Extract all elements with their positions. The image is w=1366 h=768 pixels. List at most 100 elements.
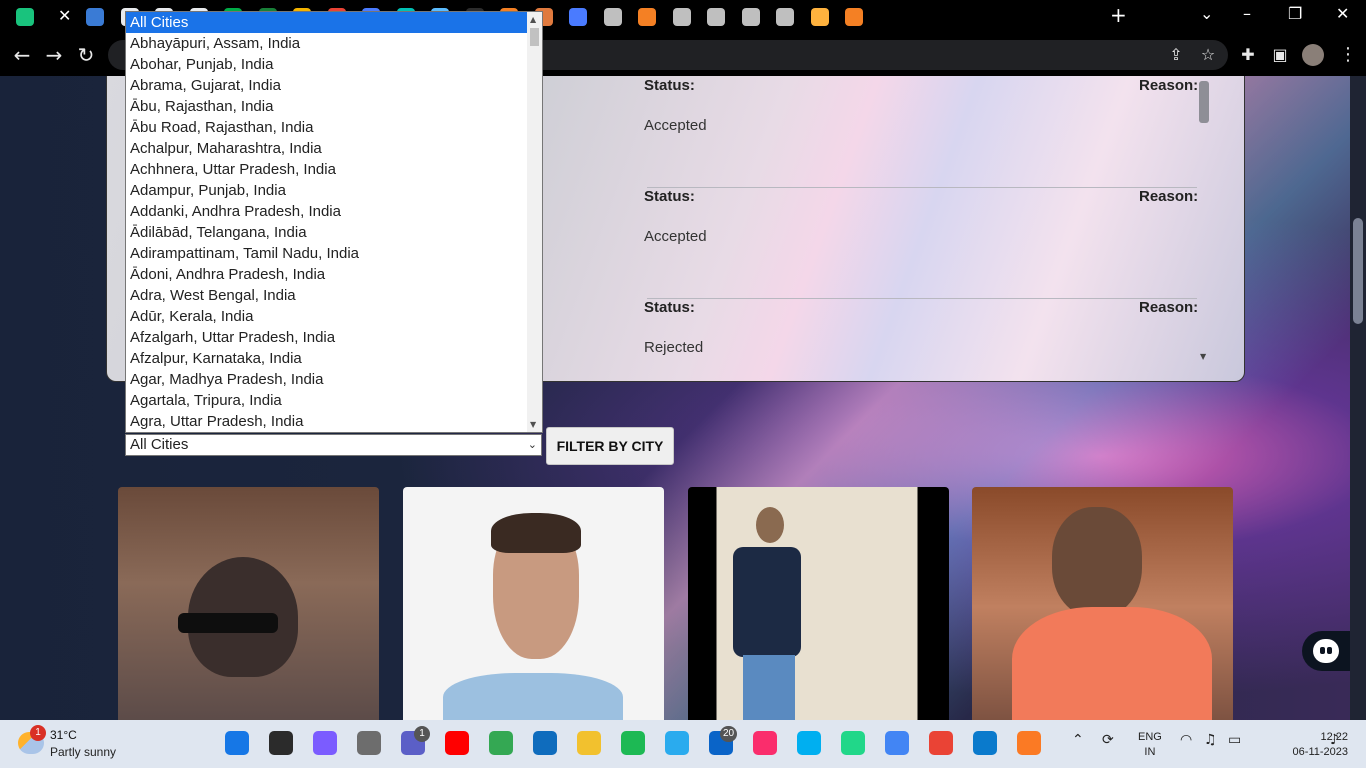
extensions-icon[interactable]: ✚: [1234, 41, 1262, 69]
status-value: Rejected: [644, 339, 704, 356]
profile-avatar[interactable]: [1302, 44, 1324, 66]
chevron-down-icon: ⌄: [527, 438, 537, 451]
chrome-icon[interactable]: [885, 731, 909, 755]
stack-icon[interactable]: [638, 8, 656, 26]
city-option[interactable]: Adra, West Bengal, India: [126, 285, 542, 306]
city-option[interactable]: Abohar, Punjab, India: [126, 54, 542, 75]
scroll-down-arrow-icon[interactable]: ▼: [530, 420, 536, 429]
tab-close-icon[interactable]: ✕: [58, 6, 71, 25]
panel-scrollbar-thumb[interactable]: [1199, 81, 1209, 123]
xampp-icon[interactable]: [1017, 731, 1041, 755]
reload-button[interactable]: ↻: [72, 41, 100, 69]
page-scrollbar[interactable]: [1350, 76, 1366, 720]
profile-card[interactable]: [118, 487, 379, 720]
city-option[interactable]: Agar, Madhya Pradesh, India: [126, 369, 542, 390]
city-option[interactable]: All Cities: [126, 12, 542, 33]
tab-search-icon[interactable]: ⌄: [1200, 4, 1213, 23]
city-option[interactable]: Ābu Road, Rajasthan, India: [126, 117, 542, 138]
clock-time: 12:22: [1320, 731, 1348, 743]
scroll-down-arrow-icon[interactable]: ▼: [1200, 352, 1206, 361]
language-code: ENG: [1138, 731, 1162, 743]
dropdown-scrollbar-thumb[interactable]: [530, 28, 539, 46]
input-language[interactable]: ENG IN: [1138, 730, 1162, 760]
city-option[interactable]: Achalpur, Maharashtra, India: [126, 138, 542, 159]
volume-icon[interactable]: ♫: [1204, 732, 1217, 748]
web-icon[interactable]: [707, 8, 725, 26]
city-option[interactable]: Ābu, Rajasthan, India: [126, 96, 542, 117]
stack-icon[interactable]: [845, 8, 863, 26]
city-option[interactable]: Achhnera, Uttar Pradesh, India: [126, 159, 542, 180]
city-option[interactable]: Agartala, Tripura, India: [126, 390, 542, 411]
status-label: Status:: [644, 299, 695, 316]
panel-scrollbar[interactable]: ▼: [1196, 77, 1212, 361]
shirt-shape: [1012, 607, 1212, 720]
city-option[interactable]: Afzalgarh, Uttar Pradesh, India: [126, 327, 542, 348]
city-option[interactable]: Ādoni, Andhra Pradesh, India: [126, 264, 542, 285]
city-option[interactable]: Abrama, Gujarat, India: [126, 75, 542, 96]
copilot-icon[interactable]: [313, 731, 337, 755]
explorer-icon[interactable]: [577, 731, 601, 755]
web-icon[interactable]: [603, 8, 622, 26]
store-icon[interactable]: [533, 731, 557, 755]
side-panel-icon[interactable]: ▣: [1266, 41, 1294, 69]
hair-shape: [491, 513, 581, 553]
chatgpt-icon[interactable]: [16, 8, 34, 26]
windows-start-icon[interactable]: [225, 731, 249, 755]
maximize-button[interactable]: ❐: [1288, 4, 1302, 23]
city-option[interactable]: Agra, Uttar Pradesh, India: [126, 411, 542, 432]
share-icon[interactable]: ⇪: [1162, 41, 1190, 69]
city-option[interactable]: Addanki, Andhra Pradesh, India: [126, 201, 542, 222]
chrome-icon[interactable]: [489, 731, 513, 755]
filter-by-city-button[interactable]: FILTER BY CITY: [546, 427, 674, 465]
city-select[interactable]: All Cities ⌄: [125, 434, 542, 456]
chrome-icon[interactable]: [929, 731, 953, 755]
system-clock[interactable]: 12:22 06-11-2023: [1288, 730, 1348, 760]
task-view-icon[interactable]: [357, 731, 381, 755]
chevron-up-icon[interactable]: ⌃: [1072, 732, 1084, 748]
city-option[interactable]: Abhayāpuri, Assam, India: [126, 33, 542, 54]
puzzle-icon[interactable]: [672, 8, 691, 26]
telegram-icon[interactable]: [665, 731, 689, 755]
dropdown-scrollbar[interactable]: ▲ ▼: [527, 12, 542, 432]
page-scrollbar-thumb[interactable]: [1353, 218, 1363, 324]
bookmark-star-icon[interactable]: ☆: [1194, 41, 1222, 69]
city-option[interactable]: Ādilābād, Telangana, India: [126, 222, 542, 243]
spotify-icon[interactable]: [621, 731, 645, 755]
new-tab-button[interactable]: +: [1110, 3, 1127, 27]
search-icon[interactable]: [269, 731, 293, 755]
pycharm-icon[interactable]: [841, 731, 865, 755]
notifications-bell-icon[interactable]: ♪: [1330, 732, 1339, 748]
windows-taskbar: 1 31°C Partly sunny 1 20 ⌃ ⟳ ENG IN ◠ ♫ …: [0, 720, 1366, 768]
scroll-up-arrow-icon[interactable]: ▲: [530, 15, 536, 24]
region-code: IN: [1144, 746, 1156, 758]
web-icon[interactable]: [741, 8, 760, 26]
reason-label: Reason:: [1139, 188, 1199, 205]
forward-button[interactable]: →: [40, 41, 68, 69]
city-option[interactable]: Adampur, Punjab, India: [126, 180, 542, 201]
chatbot-icon: [1313, 639, 1339, 663]
city-dropdown-list[interactable]: All Cities Abhayāpuri, Assam, India Abohar…: [125, 11, 543, 433]
wifi-icon[interactable]: ◠: [1180, 732, 1192, 748]
menu-icon[interactable]: ⋮: [1334, 41, 1362, 69]
person-photo: [733, 547, 801, 657]
city-option[interactable]: Adirampattinam, Tamil Nadu, India: [126, 243, 542, 264]
youtube-icon[interactable]: [445, 731, 469, 755]
web-icon[interactable]: [776, 8, 794, 26]
close-window-button[interactable]: ✕: [1336, 4, 1349, 23]
profile-card[interactable]: [688, 487, 949, 720]
back-button[interactable]: ←: [8, 41, 36, 69]
vscode-icon[interactable]: [973, 731, 997, 755]
scan-icon[interactable]: [569, 8, 587, 26]
reason-label: Reason:: [1139, 77, 1199, 94]
city-option[interactable]: Adūr, Kerala, India: [126, 306, 542, 327]
itunes-icon[interactable]: [753, 731, 777, 755]
battery-icon[interactable]: ▭: [1228, 732, 1241, 748]
city-option[interactable]: Afzalpur, Karnataka, India: [126, 348, 542, 369]
vite-icon[interactable]: [810, 8, 829, 26]
profile-card[interactable]: [972, 487, 1233, 720]
profile-card[interactable]: [403, 487, 664, 720]
image-icon[interactable]: [86, 8, 104, 26]
skype-icon[interactable]: [797, 731, 821, 755]
sync-icon[interactable]: ⟳: [1102, 732, 1114, 748]
minimize-button[interactable]: –: [1243, 4, 1251, 23]
